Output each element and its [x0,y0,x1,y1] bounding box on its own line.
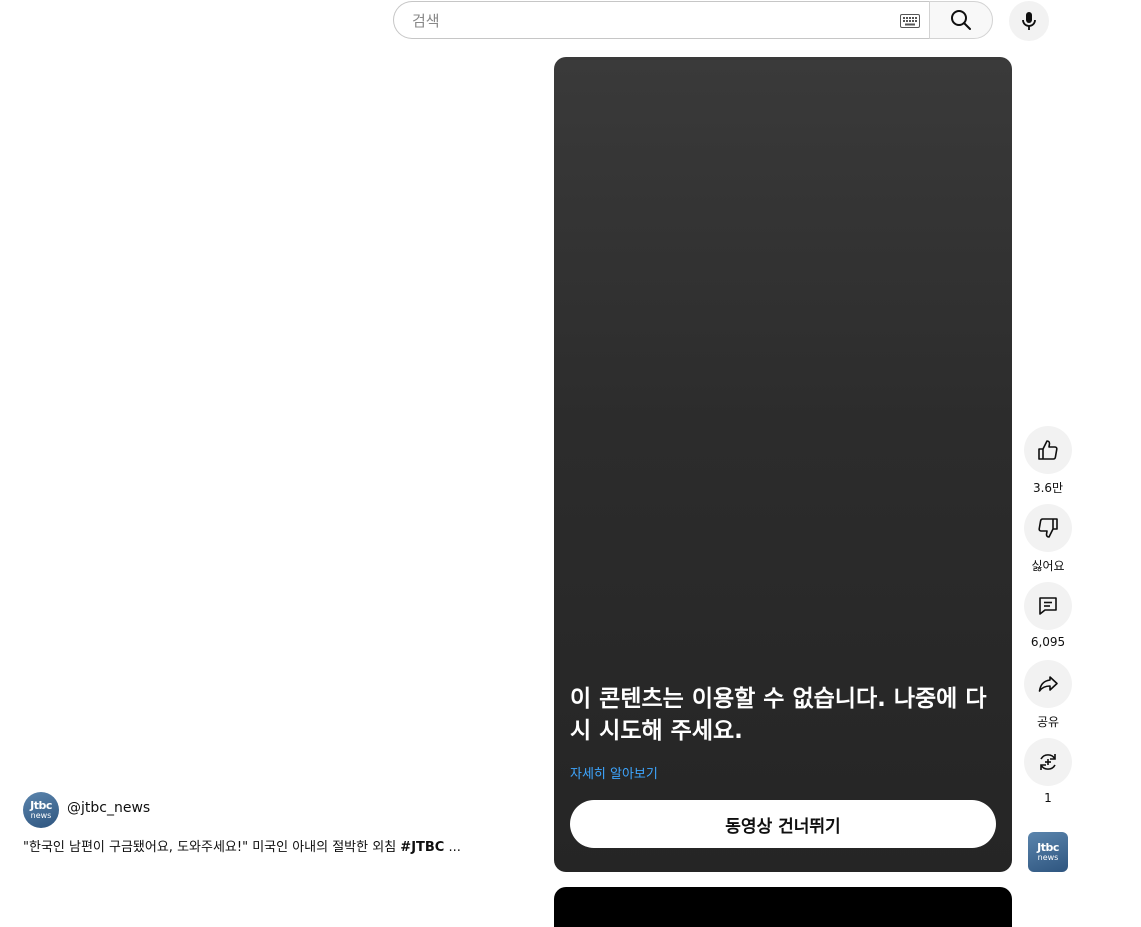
share-icon [1038,676,1058,692]
channel-handle[interactable]: @jtbc_news [67,800,150,816]
remix-icon [1040,754,1056,770]
logo-subtext: news [30,811,52,820]
video-title-text: "한국인 남편이 구금됐어요, 도와주세요!" 미국인 아내의 절박한 외침 [23,840,401,855]
share-label: 공유 [1036,715,1060,729]
learn-more-link[interactable]: 자세히 알아보기 [570,763,658,782]
title-ellipsis: ... [444,840,461,855]
like-button[interactable] [1024,426,1072,474]
search-input[interactable] [410,2,894,40]
next-short-preview[interactable] [554,887,1012,927]
share-button[interactable] [1024,660,1072,708]
microphone-icon [1022,12,1036,30]
comment-count: 6,095 [1030,635,1066,649]
dislike-label: 싫어요 [1031,559,1065,573]
logo-text: Jtbc [1037,841,1059,854]
channel-avatar[interactable]: Jtbc news [23,792,59,828]
comments-button[interactable] [1024,582,1072,630]
search-button[interactable] [929,1,993,39]
channel-thumbnail[interactable]: Jtbc news [1028,832,1068,872]
shorts-player[interactable]: 이 콘텐츠는 이용할 수 없습니다. 나중에 다시 시도해 주세요. 자세히 알… [554,57,1012,872]
hashtag-link[interactable]: #JTBC [400,840,444,855]
like-count: 3.6만 [1032,481,1064,495]
search-box[interactable] [393,1,929,40]
skip-video-button[interactable]: 동영상 건너뛰기 [570,800,996,848]
voice-search-button[interactable] [1009,1,1049,41]
comment-icon [1039,597,1057,615]
keyboard-icon[interactable] [900,14,920,28]
logo-subtext: news [1037,853,1059,862]
thumbs-down-icon [1038,518,1058,538]
remix-button[interactable] [1024,738,1072,786]
video-title[interactable]: "한국인 남편이 구금됐어요, 도와주세요!" 미국인 아내의 절박한 외침 #… [23,836,483,855]
dislike-button[interactable] [1024,504,1072,552]
unavailable-message: 이 콘텐츠는 이용할 수 없습니다. 나중에 다시 시도해 주세요. [570,686,987,744]
thumbs-up-icon [1038,440,1058,460]
search-icon [951,10,971,30]
remix-count: 1 [1044,791,1052,805]
logo-text: Jtbc [30,799,52,812]
